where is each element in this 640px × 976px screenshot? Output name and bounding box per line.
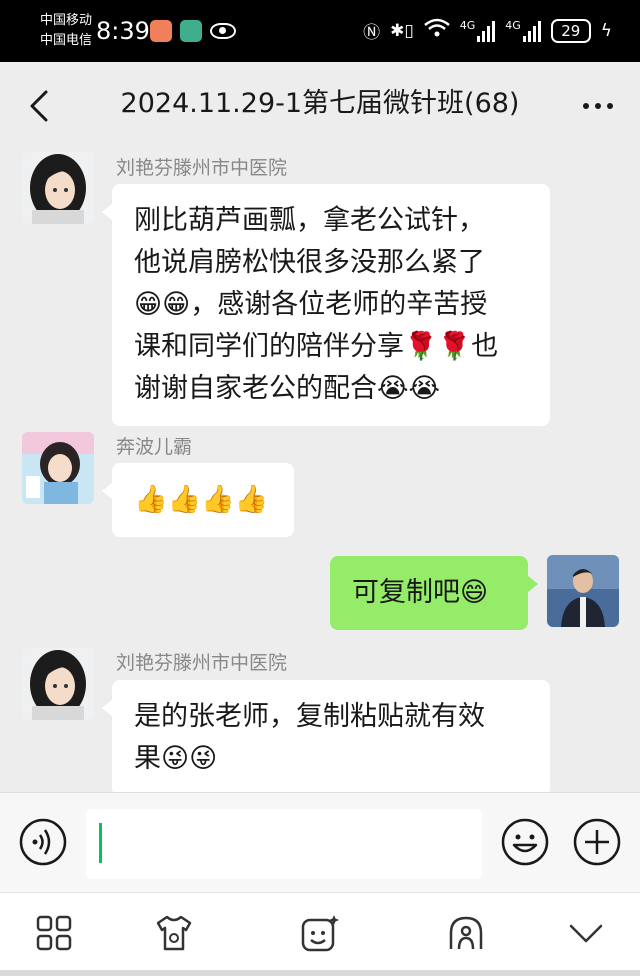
apps-button[interactable] — [34, 913, 74, 953]
status-time: 8:39 — [96, 17, 150, 45]
nfc-icon: Ⓝ — [363, 23, 381, 43]
outgoing-message-bubble[interactable]: 可复制吧😄 — [330, 556, 538, 630]
message-line: 谢谢自家老公的配合😭😭 — [134, 373, 441, 404]
battery-level: 29 — [550, 18, 591, 43]
sender-name: 刘艳芬滕州市中医院 — [116, 652, 288, 674]
message-line: 课和同学们的陪伴分享🌹🌹也 — [134, 331, 499, 362]
message-line: 刚比葫芦画瓢，拿老公试针， — [134, 205, 485, 236]
avatar[interactable] — [22, 432, 94, 504]
chat-header: 2024.11.29-1第七届微针班(68) — [0, 62, 640, 150]
anime-girl-avatar-icon — [22, 432, 94, 504]
input-bar — [0, 792, 640, 892]
eye-icon — [210, 23, 236, 39]
more-button[interactable] — [578, 86, 618, 126]
emoji-icon — [501, 818, 549, 866]
sticker-button[interactable] — [300, 913, 340, 953]
status-bar: 中国移动 中国电信 8:39 Ⓝ ✱▯ 4G 4G 29 ϟ — [0, 0, 640, 62]
message-line: 是的张老师，复制粘贴就有效 — [134, 701, 485, 732]
avatar[interactable] — [22, 152, 94, 224]
plus-button[interactable] — [572, 817, 622, 867]
message-bubble[interactable]: 是的张老师，复制粘贴就有效 果😜😜 — [102, 680, 550, 796]
carrier-labels: 中国移动 中国电信 — [40, 11, 92, 51]
message-line: 可复制吧😄 — [352, 577, 489, 608]
bluetooth-vibrate-icon: ✱▯ — [390, 20, 414, 41]
chevron-down-icon — [569, 924, 603, 943]
status-app-icons — [150, 20, 236, 42]
emoji-button[interactable] — [500, 817, 550, 867]
carrier-1: 中国移动 — [40, 13, 93, 28]
sender-name: 奔波儿霸 — [116, 436, 193, 458]
girl-avatar-icon — [22, 648, 94, 720]
back-button[interactable] — [22, 86, 62, 126]
tshirt-du-icon — [156, 915, 192, 951]
hourglass-icon — [180, 20, 202, 42]
chat-title: 2024.11.29-1第七届微针班(68) — [120, 88, 520, 119]
collapse-button[interactable] — [566, 913, 606, 953]
my-avatar[interactable] — [547, 555, 619, 627]
message-bubble[interactable]: 刚比葫芦画瓢，拿老公试针， 他说肩膀松快很多没那么紧了 😁😁，感谢各位老师的辛苦… — [102, 184, 550, 426]
signal-1-icon: 4G — [460, 20, 496, 42]
network-type-1: 4G — [459, 18, 476, 32]
grid-apps-icon — [36, 915, 72, 951]
voice-button[interactable] — [18, 817, 68, 867]
home-indicator-bar — [0, 970, 640, 976]
more-dots-icon — [583, 103, 613, 109]
plus-icon — [573, 818, 621, 866]
signal-2-icon: 4G — [505, 20, 541, 42]
message-line: 😁😁，感谢各位老师的辛苦授 — [134, 289, 488, 320]
rainbow-figure-icon — [449, 916, 483, 950]
sticker-face-icon — [301, 915, 339, 952]
speaker-avatar-icon — [547, 555, 619, 627]
message-line: 👍👍👍👍 — [134, 484, 269, 515]
du-button[interactable] — [154, 913, 194, 953]
status-system-icons: Ⓝ ✱▯ 4G 4G 29 ϟ — [363, 18, 612, 43]
figure-button[interactable] — [446, 913, 486, 953]
network-type-2: 4G — [505, 18, 521, 32]
bottom-toolbar — [0, 892, 640, 976]
message-line: 果😜😜 — [134, 743, 218, 774]
wifi-icon — [423, 18, 450, 43]
carrier-2: 中国电信 — [40, 33, 93, 48]
sender-name: 刘艳芬滕州市中医院 — [116, 157, 288, 179]
message-line: 他说肩膀松快很多没那么紧了 — [134, 247, 485, 278]
message-input[interactable] — [86, 809, 482, 879]
back-chevron-icon — [30, 90, 48, 122]
girl-avatar-icon — [22, 152, 94, 224]
text-cursor — [99, 823, 102, 863]
app-notification-icon — [150, 20, 172, 42]
message-bubble[interactable]: 👍👍👍👍 — [102, 463, 294, 537]
voice-icon — [19, 818, 67, 866]
avatar[interactable] — [22, 648, 94, 720]
charging-icon: ϟ — [600, 20, 612, 41]
